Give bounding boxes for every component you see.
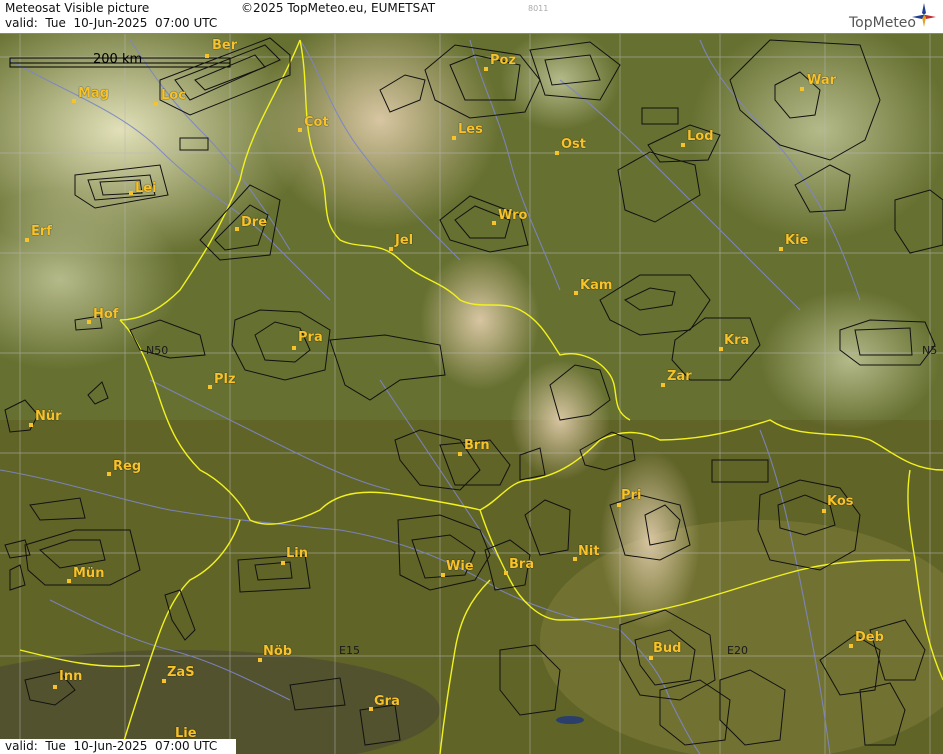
cloud-sudetes bbox=[420, 250, 540, 390]
satellite-map bbox=[0, 0, 943, 754]
city-label: Zar bbox=[667, 369, 692, 384]
city-label: Plz bbox=[214, 372, 236, 387]
city-label: Wro bbox=[498, 208, 528, 223]
city-label: Kos bbox=[827, 494, 854, 509]
city-label: Cot bbox=[304, 115, 329, 130]
grid-label-e15: E15 bbox=[339, 644, 360, 657]
city-label: Deb bbox=[855, 630, 884, 645]
city-label: Nit bbox=[578, 544, 600, 559]
scale-label: 200 km bbox=[93, 52, 143, 67]
city-label: Lod bbox=[687, 129, 714, 144]
compass-star-icon bbox=[912, 3, 936, 27]
city-label: ZaS bbox=[167, 665, 195, 680]
copyright-text: ©2025 TopMeteo.eu, EUMETSAT bbox=[241, 1, 436, 15]
city-label: Jel bbox=[395, 233, 414, 248]
cloud-east bbox=[760, 290, 940, 430]
topmeteo-logo[interactable]: TopMeteo bbox=[849, 15, 916, 31]
footer-bar: valid: Tue 10-Jun-2025 07:00 UTC bbox=[0, 739, 236, 754]
grid-label-n50-right: N5 bbox=[922, 344, 938, 357]
city-label: Loc bbox=[161, 88, 186, 103]
city-label: Lei bbox=[135, 181, 157, 196]
city-label: Wie bbox=[446, 559, 474, 574]
city-label: Les bbox=[458, 122, 483, 137]
city-label: Lin bbox=[286, 546, 308, 561]
city-label: Gra bbox=[374, 694, 400, 709]
city-label: Brn bbox=[464, 438, 490, 453]
city-label: Reg bbox=[113, 459, 142, 474]
city-label: Inn bbox=[59, 669, 83, 684]
city-label: Kra bbox=[724, 333, 750, 348]
city-label: Nöb bbox=[263, 644, 293, 659]
city-label: Mag bbox=[78, 86, 110, 101]
valid-time: valid: Tue 10-Jun-2025 07:00 UTC bbox=[5, 16, 218, 30]
city-label: Nür bbox=[35, 409, 62, 424]
grid-label-e20: E20 bbox=[727, 644, 748, 657]
city-label: Hof bbox=[93, 307, 119, 322]
city-label: Dre bbox=[241, 215, 268, 230]
city-label: Bra bbox=[509, 557, 535, 572]
city-label: Pri bbox=[621, 488, 642, 503]
city-label: Kam bbox=[580, 278, 613, 293]
product-code: 8011 bbox=[528, 4, 549, 13]
city-label: War bbox=[807, 73, 837, 88]
city-label: Kie bbox=[785, 233, 809, 248]
header-bar: Meteosat Visible picture valid: Tue 10-J… bbox=[0, 0, 943, 34]
cloud-north bbox=[260, 10, 500, 230]
city-label: Mün bbox=[73, 566, 105, 581]
footer-valid-time: valid: Tue 10-Jun-2025 07:00 UTC bbox=[5, 739, 218, 753]
city-label: Bud bbox=[653, 641, 682, 656]
city-label: Poz bbox=[490, 53, 517, 68]
lake-balaton bbox=[556, 716, 584, 724]
cloud-ne bbox=[690, 20, 943, 240]
grid-label-n50: N50 bbox=[146, 344, 169, 357]
city-label: Ber bbox=[212, 38, 238, 53]
city-label: Ost bbox=[561, 137, 587, 152]
city-label: Erf bbox=[31, 224, 52, 239]
product-title: Meteosat Visible picture bbox=[5, 1, 150, 15]
city-label: Pra bbox=[298, 330, 323, 345]
